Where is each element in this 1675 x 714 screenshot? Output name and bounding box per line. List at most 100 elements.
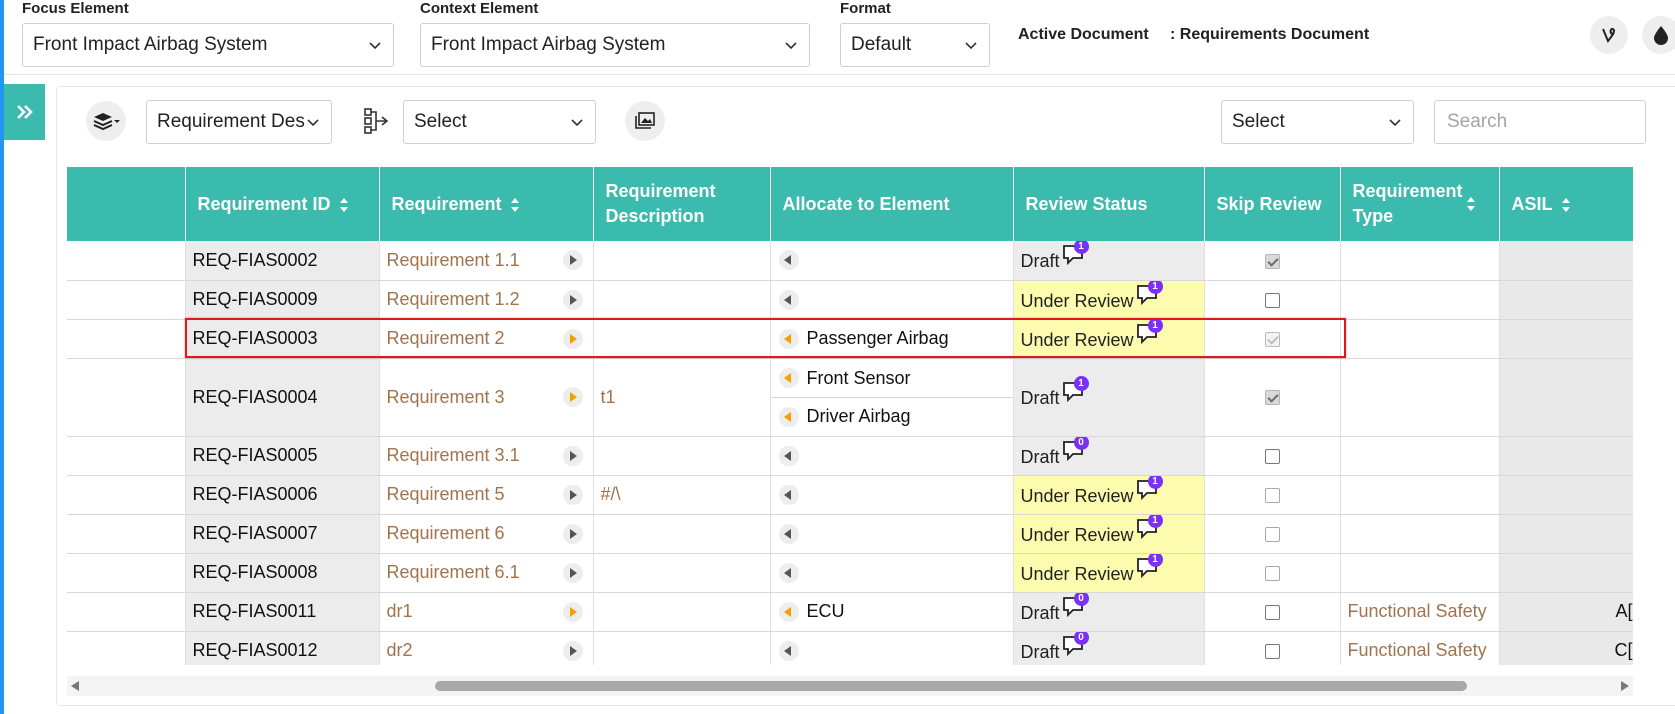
allocation-item[interactable]	[771, 437, 1013, 475]
comment-bubble-icon[interactable]: 1	[1062, 241, 1090, 266]
expand-right-icon[interactable]	[562, 601, 583, 622]
skip-review-checkbox[interactable]	[1264, 565, 1280, 581]
comment-bubble-icon[interactable]: 1	[1136, 475, 1164, 500]
comment-bubble-icon[interactable]: 0	[1062, 436, 1090, 461]
comment-bubble-icon[interactable]: 1	[1136, 280, 1164, 305]
allocation-item[interactable]: Passenger Airbag	[771, 320, 1013, 358]
expand-right-icon[interactable]	[562, 387, 583, 407]
asil-cell[interactable]	[1499, 475, 1633, 515]
review-status-cell[interactable]: Under Review 1	[1013, 319, 1205, 359]
requirement-type-cell[interactable]	[1340, 241, 1500, 281]
allocation-item[interactable]	[771, 476, 1013, 514]
skip-review-checkbox[interactable]	[1264, 390, 1280, 406]
asil-cell[interactable]	[1499, 319, 1633, 359]
image-export-button[interactable]	[625, 101, 665, 141]
context-element-select[interactable]: Front Impact Airbag System	[420, 23, 810, 67]
requirement-type-cell[interactable]	[1340, 514, 1500, 554]
comment-bubble-icon[interactable]: 1	[1062, 376, 1090, 403]
review-status-cell[interactable]: Under Review 1	[1013, 553, 1205, 593]
comment-bubble-icon[interactable]: 0	[1062, 631, 1090, 656]
requirement-link[interactable]: dr1	[387, 601, 413, 621]
requirement-description-cell[interactable]	[593, 280, 771, 320]
requirement-description-cell[interactable]	[593, 592, 771, 632]
expand-right-icon[interactable]	[562, 328, 583, 349]
expand-sidebar-button[interactable]	[4, 84, 45, 140]
table-row[interactable]: REQ-FIAS0002 Requirement 1.1 Draft 1	[67, 241, 1633, 281]
column-header-requirement-type[interactable]: Requirement Type	[1340, 167, 1500, 241]
requirement-link[interactable]: Requirement 2	[387, 328, 505, 348]
skip-review-checkbox[interactable]	[1264, 448, 1280, 464]
allocation-item[interactable]	[771, 515, 1013, 553]
requirement-description-cell[interactable]	[593, 436, 771, 476]
allocation-item[interactable]	[771, 281, 1013, 319]
review-status-cell[interactable]: Under Review 1	[1013, 280, 1205, 320]
asil-cell[interactable]	[1499, 241, 1633, 281]
scroll-left-arrow-icon[interactable]	[71, 681, 79, 691]
expand-right-icon[interactable]	[562, 250, 583, 271]
skip-review-checkbox[interactable]	[1264, 526, 1280, 542]
requirement-link[interactable]: Requirement 1.1	[387, 250, 520, 270]
table-row[interactable]: REQ-FIAS0007 Requirement 6 Under Review 1	[67, 514, 1633, 554]
requirement-description-cell[interactable]: t1	[593, 358, 771, 437]
review-status-cell[interactable]: Draft 0	[1013, 436, 1205, 476]
collapse-left-icon[interactable]	[778, 562, 799, 583]
requirement-description-cell[interactable]: #/\	[593, 475, 771, 515]
allocation-item[interactable]: Driver Airbag	[770, 397, 1012, 435]
requirement-description-cell[interactable]	[593, 553, 771, 593]
layers-button[interactable]	[86, 101, 126, 141]
collapse-left-icon[interactable]	[778, 289, 799, 310]
collapse-left-icon[interactable]	[778, 484, 799, 505]
allocation-item[interactable]: ECU	[771, 593, 1013, 631]
requirement-cell[interactable]: dr2	[379, 631, 594, 665]
requirement-cell[interactable]: Requirement 6.1	[379, 553, 594, 593]
requirement-link[interactable]: Requirement 5	[387, 484, 505, 504]
requirement-cell[interactable]: Requirement 2	[379, 319, 594, 359]
column-header-asil[interactable]: ASIL	[1499, 167, 1633, 241]
asil-cell[interactable]	[1499, 436, 1633, 476]
requirement-description-cell[interactable]	[593, 319, 771, 359]
requirement-cell[interactable]: Requirement 3.1	[379, 436, 594, 476]
asil-cell[interactable]: A[D]	[1499, 592, 1633, 632]
requirement-type-cell[interactable]	[1340, 280, 1500, 320]
requirement-cell[interactable]: dr1	[379, 592, 594, 632]
review-status-cell[interactable]: Draft 1	[1013, 241, 1205, 281]
comment-bubble-icon[interactable]: 1	[1136, 319, 1164, 344]
requirement-description-cell[interactable]	[593, 241, 771, 281]
table-row[interactable]: REQ-FIAS0005 Requirement 3.1 Draft 0	[67, 436, 1633, 476]
skip-review-checkbox[interactable]	[1264, 604, 1280, 620]
table-row[interactable]: REQ-FIAS0008 Requirement 6.1 Under Review 1	[67, 553, 1633, 593]
focus-element-select[interactable]: Front Impact Airbag System	[22, 23, 394, 67]
table-row[interactable]: REQ-FIAS0006 Requirement 5 #/\ Under Review…	[67, 475, 1633, 515]
vine-icon[interactable]	[1590, 16, 1628, 54]
column-header-requirement-id[interactable]: Requirement ID	[185, 167, 380, 241]
collapse-left-icon[interactable]	[778, 328, 799, 349]
collapse-left-icon[interactable]	[778, 368, 799, 388]
table-row[interactable]: REQ-FIAS0011 dr1 ECU Draft 0 Functional Safet…	[67, 592, 1633, 632]
allocation-item[interactable]	[771, 241, 1013, 279]
comment-bubble-icon[interactable]: 1	[1136, 553, 1164, 578]
expand-right-icon[interactable]	[562, 445, 583, 466]
requirement-link[interactable]: Requirement 3	[387, 387, 505, 407]
review-status-cell[interactable]: Draft 1	[1013, 358, 1205, 437]
column-layer-select[interactable]: Requirement Desc	[146, 100, 332, 144]
requirement-link[interactable]: Requirement 3.1	[387, 445, 520, 465]
skip-review-checkbox[interactable]	[1264, 487, 1280, 503]
requirement-link[interactable]: dr2	[387, 640, 413, 660]
skip-review-checkbox[interactable]	[1264, 253, 1280, 269]
scroll-right-arrow-icon[interactable]	[1621, 681, 1629, 691]
hierarchy-icon[interactable]	[362, 106, 392, 141]
requirement-type-cell[interactable]	[1340, 358, 1500, 437]
skip-review-checkbox[interactable]	[1264, 331, 1280, 347]
format-select[interactable]: Default	[840, 23, 990, 67]
requirement-cell[interactable]: Requirement 3	[379, 358, 594, 437]
filter-select[interactable]: Select	[1221, 100, 1414, 144]
requirement-cell[interactable]: Requirement 1.2	[379, 280, 594, 320]
requirement-cell[interactable]: Requirement 1.1	[379, 241, 594, 281]
collapse-left-icon[interactable]	[778, 601, 799, 622]
collapse-left-icon[interactable]	[778, 406, 799, 427]
search-input[interactable]	[1445, 110, 1635, 134]
allocation-item[interactable]	[771, 632, 1013, 666]
requirement-cell[interactable]: Requirement 6	[379, 514, 594, 554]
expand-right-icon[interactable]	[562, 484, 583, 505]
skip-review-checkbox[interactable]	[1264, 643, 1280, 659]
